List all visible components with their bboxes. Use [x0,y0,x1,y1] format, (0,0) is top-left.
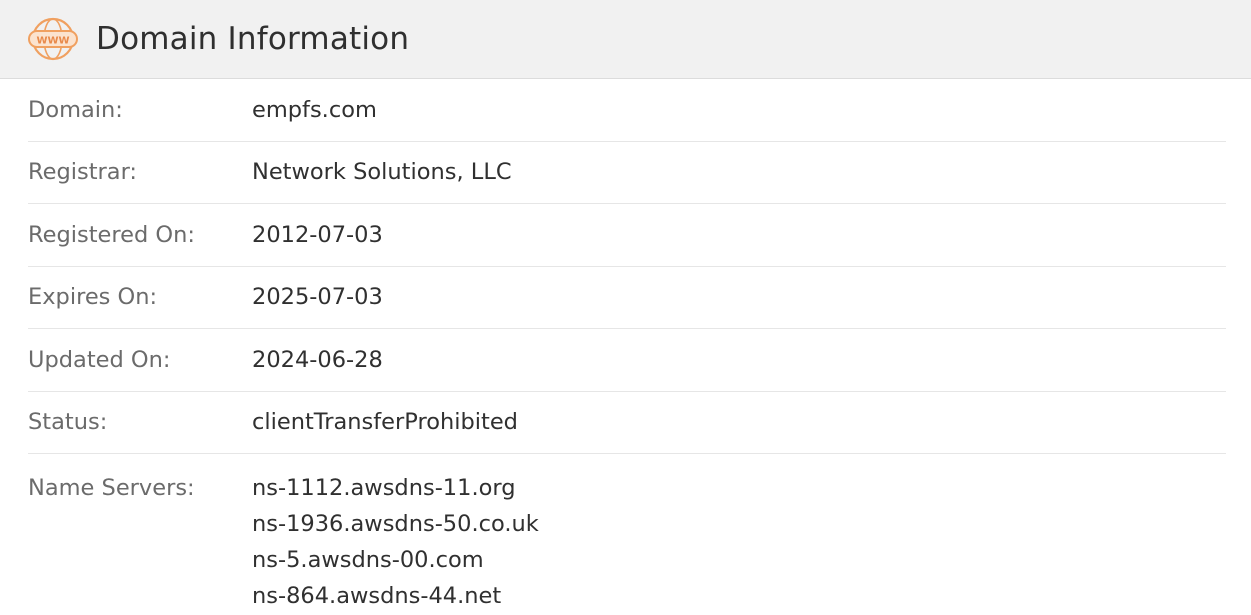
row-registered-on: Registered On: 2012-07-03 [28,204,1226,267]
name-server-item: ns-1112.awsdns-11.org [252,475,516,501]
domain-value: empfs.com [252,96,377,123]
status-label: Status: [28,409,108,436]
updated-on-value: 2024-06-28 [252,346,383,373]
expires-on-label: Expires On: [28,284,158,311]
registered-on-value: 2012-07-03 [252,221,383,248]
svg-text:WWW: WWW [36,36,69,47]
registrar-label: Registrar: [28,159,138,186]
registered-on-label: Registered On: [28,221,195,248]
expires-on-value: 2025-07-03 [252,284,383,311]
page-title: Domain Information [96,21,410,57]
domain-information-panel: WWW Domain Information Domain: empfs.com… [0,0,1251,615]
row-expires-on: Expires On: 2025-07-03 [28,267,1226,329]
row-domain: Domain: empfs.com [28,79,1226,142]
name-server-item: ns-5.awsdns-00.com [252,547,484,573]
name-server-item: ns-864.awsdns-44.net [252,583,502,609]
status-value: clientTransferProhibited [252,409,518,436]
row-status: Status: clientTransferProhibited [28,392,1226,454]
row-updated-on: Updated On: 2024-06-28 [28,329,1226,392]
panel-header: WWW Domain Information [0,0,1251,79]
name-servers-label: Name Servers: [28,475,195,501]
row-name-servers: Name Servers: ns-1112.awsdns-11.org ns-1… [28,454,1226,614]
name-servers-list: ns-1112.awsdns-11.org ns-1936.awsdns-50.… [252,470,539,614]
registrar-value: Network Solutions, LLC [252,159,512,186]
domain-info-table: Domain: empfs.com Registrar: Network Sol… [28,79,1226,614]
row-registrar: Registrar: Network Solutions, LLC [28,142,1226,204]
domain-label: Domain: [28,96,123,123]
www-icon: WWW [28,17,78,61]
name-server-item: ns-1936.awsdns-50.co.uk [252,511,539,537]
updated-on-label: Updated On: [28,346,171,373]
